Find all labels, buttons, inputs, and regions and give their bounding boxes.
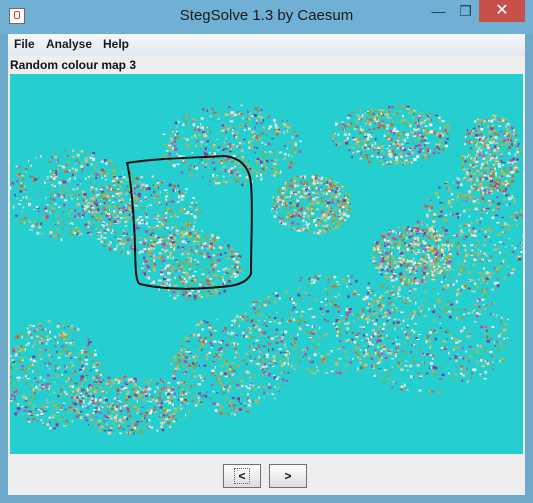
navigation-bar: < > bbox=[8, 456, 525, 495]
app-window: StegSolve 1.3 by Caesum — ❐ ✕ File Analy… bbox=[0, 0, 533, 503]
menu-bar: File Analyse Help bbox=[8, 34, 525, 56]
image-view bbox=[10, 74, 523, 454]
processed-image bbox=[10, 104, 523, 435]
next-button[interactable]: > bbox=[269, 464, 307, 488]
title-bar[interactable]: StegSolve 1.3 by Caesum — ❐ ✕ bbox=[0, 0, 533, 34]
view-mode-label: Random colour map 3 bbox=[10, 58, 137, 72]
menu-analyse[interactable]: Analyse bbox=[46, 37, 92, 51]
client-area: File Analyse Help Random colour map 3 < … bbox=[8, 34, 525, 495]
close-button[interactable]: ✕ bbox=[479, 0, 525, 22]
previous-button[interactable]: < bbox=[223, 464, 261, 488]
menu-help[interactable]: Help bbox=[103, 37, 129, 51]
previous-label: < bbox=[234, 468, 250, 484]
maximize-button[interactable]: ❐ bbox=[452, 0, 479, 22]
image-noise-layer bbox=[10, 104, 523, 435]
menu-file[interactable]: File bbox=[14, 37, 35, 51]
minimize-button[interactable]: — bbox=[425, 0, 452, 22]
